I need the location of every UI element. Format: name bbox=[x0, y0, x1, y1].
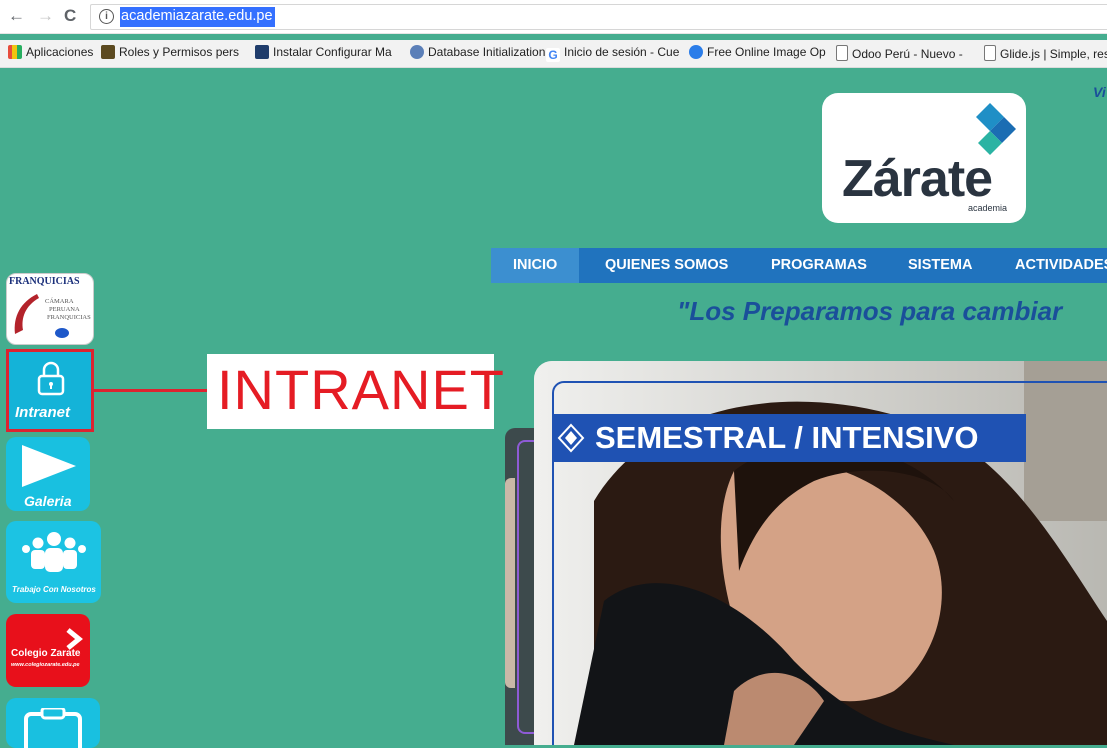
forward-button[interactable]: → bbox=[37, 6, 54, 26]
franquicias-sub-label: FRANQUICIAS bbox=[47, 314, 91, 321]
franquicias-title: FRANQUICIAS bbox=[9, 276, 80, 287]
franquicias-badge[interactable]: FRANQUICIAS CÁMARA PERUANA FRANQUICIAS bbox=[6, 273, 94, 345]
url-text[interactable]: academiazarate.edu.pe bbox=[120, 7, 275, 27]
galeria-label: Galeria bbox=[24, 493, 72, 509]
clipboard-icon bbox=[24, 708, 82, 748]
galeria-button[interactable]: Galeria bbox=[6, 437, 90, 511]
site-icon bbox=[410, 45, 424, 59]
logo-text: Zárate bbox=[842, 150, 993, 208]
site-icon bbox=[101, 45, 115, 59]
bookmark-item[interactable]: Database Initialization bbox=[410, 45, 545, 60]
colegio-label: Colegio Zarate bbox=[11, 648, 81, 659]
camara-label: CÁMARA bbox=[45, 298, 74, 305]
nav-item-quienes-somos[interactable]: QUIENES SOMOS bbox=[605, 248, 728, 283]
page-content: Vi Zárate academia INICIO QUIENES SOMOS … bbox=[0, 68, 1107, 748]
bookmark-apps[interactable]: Aplicaciones bbox=[8, 45, 93, 60]
play-icon bbox=[22, 445, 76, 487]
colegio-zarate-button[interactable]: Colegio Zarate www.colegiozarate.edu.pe bbox=[6, 614, 90, 687]
info-icon[interactable]: i bbox=[99, 9, 114, 24]
banner-title: SEMESTRAL / INTENSIVO bbox=[595, 420, 979, 455]
bookmarks-bar: Aplicaciones Roles y Permisos pers Insta… bbox=[0, 40, 1107, 68]
reload-button[interactable]: C bbox=[64, 6, 76, 26]
peruana-label: PERUANA bbox=[49, 306, 80, 313]
bookmark-item[interactable]: Odoo Perú - Nuevo - bbox=[836, 45, 963, 62]
clipboard-button[interactable] bbox=[6, 698, 100, 748]
diamond-icon bbox=[557, 423, 585, 453]
page-icon bbox=[984, 45, 996, 61]
intranet-annotation-label: INTRANET bbox=[217, 358, 505, 421]
trabajo-label: Trabajo Con Nosotros bbox=[12, 585, 96, 594]
cloud-icon bbox=[689, 45, 703, 59]
team-icon bbox=[22, 532, 86, 572]
slogan: "Los Preparamos para cambiar bbox=[677, 296, 1063, 326]
apps-grid-icon bbox=[8, 45, 22, 59]
intranet-button[interactable]: Intranet bbox=[6, 349, 94, 432]
bookmark-item[interactable]: Roles y Permisos pers bbox=[101, 45, 239, 60]
franquicias-swoosh-icon bbox=[14, 294, 39, 334]
site-logo[interactable]: Zárate academia bbox=[822, 93, 1026, 223]
trabajo-button[interactable]: Trabajo Con Nosotros bbox=[6, 521, 101, 603]
address-bar: ← → C i academiazarate.edu.pe bbox=[0, 0, 1107, 34]
chevron-right-icon bbox=[66, 628, 83, 650]
google-icon: G bbox=[546, 48, 560, 62]
lock-icon bbox=[37, 361, 65, 396]
banner-title-bar: SEMESTRAL / INTENSIVO bbox=[553, 414, 1026, 462]
bookmark-item[interactable]: Instalar Configurar Ma bbox=[255, 45, 392, 60]
back-button[interactable]: ← bbox=[8, 6, 25, 26]
url-input[interactable]: i academiazarate.edu.pe bbox=[90, 4, 1107, 30]
bookmark-item[interactable]: Glide.js | Simple, resp bbox=[984, 45, 1107, 62]
bookmark-item[interactable]: G Inicio de sesión - Cue bbox=[546, 45, 679, 62]
page-icon bbox=[836, 45, 848, 61]
top-right-text: Vi bbox=[1093, 84, 1106, 100]
colegio-url: www.colegiozarate.edu.pe bbox=[11, 662, 80, 668]
nav-item-actividades[interactable]: ACTIVIDADES bbox=[1015, 248, 1107, 283]
logo-subtitle: academia bbox=[968, 203, 1008, 213]
annotation-connector bbox=[94, 389, 208, 392]
main-nav: INICIO QUIENES SOMOS PROGRAMAS SISTEMA A… bbox=[491, 248, 1107, 283]
intranet-annotation: INTRANET bbox=[207, 354, 504, 429]
nav-item-inicio[interactable]: INICIO bbox=[491, 248, 580, 283]
bookmark-item[interactable]: Free Online Image Op bbox=[689, 45, 826, 60]
nav-item-sistema[interactable]: SISTEMA bbox=[908, 248, 972, 283]
franquicias-logo-dot bbox=[55, 328, 69, 338]
nav-item-programas[interactable]: PROGRAMAS bbox=[771, 248, 867, 283]
site-icon bbox=[255, 45, 269, 59]
intranet-label: Intranet bbox=[15, 404, 71, 421]
